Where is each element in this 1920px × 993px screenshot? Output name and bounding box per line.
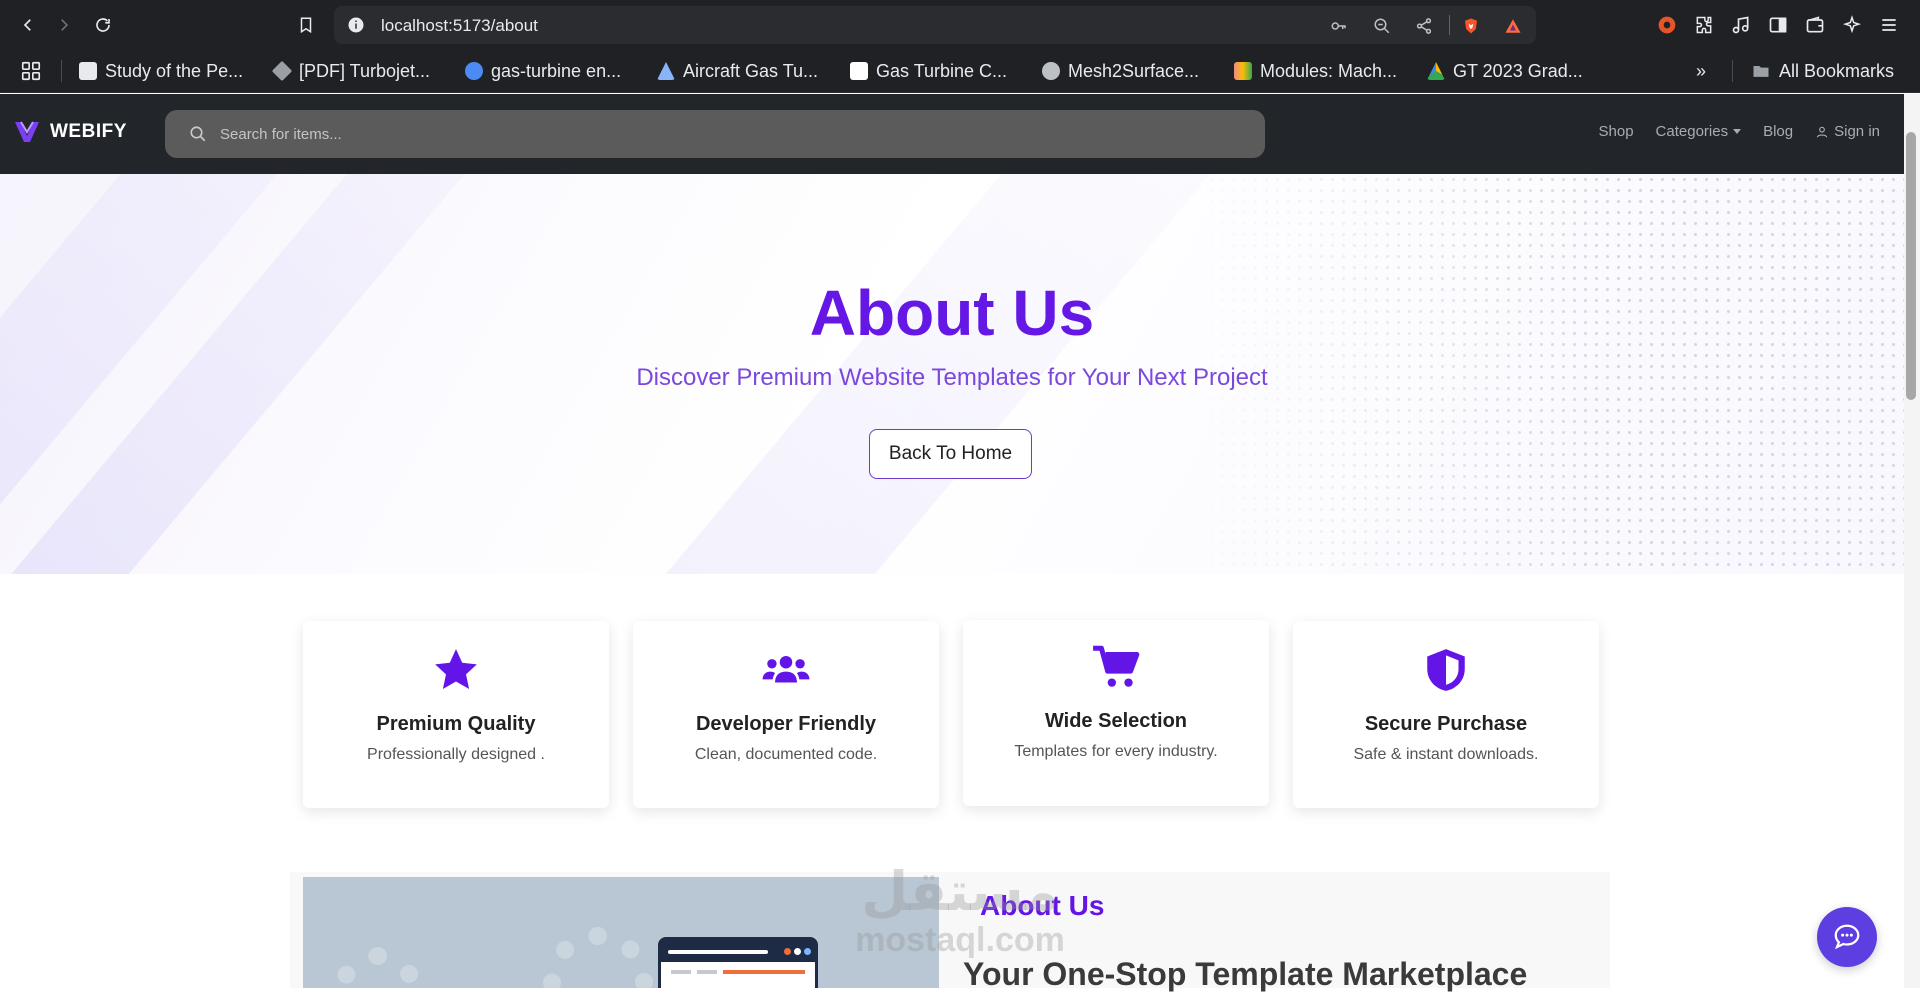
bookmark-favicon [79,62,97,80]
hero-section: About Us Discover Premium Website Templa… [0,174,1904,574]
browser-mockup-illustration [658,937,818,988]
feature-description: Templates for every industry. [1014,743,1218,760]
users-icon [633,645,939,697]
bookmark-item[interactable]: Gas Turbine C... [850,57,1007,85]
page-subtitle: Discover Premium Website Templates for Y… [636,364,1268,391]
media-music-icon[interactable] [1729,13,1753,37]
brand-name: WEBIFY [50,121,127,142]
folder-icon [1753,66,1769,77]
zoom-icon[interactable] [1371,15,1393,37]
shield-icon [1293,645,1599,697]
more-bookmarks-button[interactable]: » [1696,57,1706,85]
url-text[interactable]: localhost:5173/about [381,16,538,36]
feature-description: Safe & instant downloads. [1353,746,1539,763]
nav-link-signin[interactable]: Sign in [1815,123,1880,140]
categories-label: Categories [1655,123,1729,140]
password-key-icon[interactable] [1328,15,1350,37]
bookmark-item[interactable]: GT 2023 Grad... [1427,57,1583,85]
bookmark-item[interactable]: Modules: Mach... [1234,57,1397,85]
menu-icon[interactable] [1877,13,1901,37]
bookmark-item[interactable]: Mesh2Surface... [1042,57,1199,85]
page-title: About Us [809,277,1095,349]
address-bar[interactable]: localhost:5173/about [334,6,1536,44]
browser-toolbar: localhost:5173/about [0,0,1920,50]
bookmark-favicon [657,62,675,80]
feature-title: Secure Purchase [1364,713,1528,735]
search-bar[interactable] [165,110,1265,158]
bookmark-item[interactable]: Study of the Pe... [79,57,243,85]
chat-bubble-icon [1834,924,1860,950]
search-input[interactable] [220,120,1220,148]
nav-link-categories[interactable]: Categories [1656,123,1742,140]
feature-card-developer: Developer Friendly Clean, documented cod… [633,621,939,808]
gear-decor [333,947,423,988]
page-scrollbar-thumb[interactable] [1906,132,1916,400]
url-divider [1449,15,1450,35]
search-icon [190,126,206,142]
wallet-icon[interactable] [1803,13,1827,37]
site-navbar: WEBIFY Shop Categories Blog Sign in [0,94,1904,174]
leo-ai-icon[interactable] [1840,13,1864,37]
feature-description: Clean, documented code. [694,746,878,763]
bookmark-favicon [1427,62,1445,80]
webify-logo-icon [15,121,39,142]
sidebar-toggle-icon[interactable] [1766,13,1790,37]
bookmark-favicon [1042,62,1060,80]
brave-rewards-icon[interactable] [1502,15,1524,37]
extension-orange-icon[interactable] [1655,13,1679,37]
nav-link-blog[interactable]: Blog [1763,123,1793,140]
feature-title: Developer Friendly [695,713,877,735]
forward-button[interactable] [49,10,79,40]
chat-button[interactable] [1817,907,1877,967]
chevron-down-icon [1733,129,1742,134]
nav-links: Shop Categories Blog Sign in [1599,123,1881,140]
brave-shield-icon[interactable] [1460,15,1482,37]
bookmarks-divider [1732,60,1733,82]
signin-label: Sign in [1834,123,1880,140]
feature-title: Wide Selection [1044,710,1188,732]
feature-description: Professionally designed . [367,746,545,763]
watermark-latin: mostaql.com [855,921,1065,959]
cart-icon [963,642,1269,694]
feature-card-premium: Premium Quality Professionally designed … [303,621,609,808]
brand-logo[interactable]: WEBIFY [14,120,127,144]
bookmark-favicon [465,62,483,80]
watermark: مستقل mostaql.com [840,862,1080,972]
bookmarks-divider [61,60,62,82]
back-button[interactable] [13,10,43,40]
extensions-puzzle-icon[interactable] [1692,13,1716,37]
bookmark-page-icon[interactable] [291,10,321,40]
bookmark-favicon [850,62,868,80]
back-to-home-button[interactable]: Back To Home [869,429,1032,479]
feature-title: Premium Quality [376,713,536,735]
gear-decor [543,927,653,988]
bookmark-item[interactable]: [PDF] Turbojet... [271,57,430,85]
bookmark-favicon [1234,62,1252,80]
share-icon[interactable] [1413,15,1435,37]
all-bookmarks-button[interactable]: All Bookmarks [1751,57,1894,85]
user-icon [1816,126,1828,138]
feature-card-secure: Secure Purchase Safe & instant downloads… [1293,621,1599,808]
bookmark-favicon [271,60,293,82]
reload-button[interactable] [88,10,118,40]
bookmark-item[interactable]: Aircraft Gas Tu... [657,57,818,85]
star-icon [303,645,609,697]
apps-grid-icon[interactable] [20,57,42,85]
watermark-arabic: مستقل [861,860,1059,923]
feature-card-selection: Wide Selection Templates for every indus… [963,620,1269,806]
bookmark-item[interactable]: gas-turbine en... [465,57,621,85]
nav-link-shop[interactable]: Shop [1599,123,1634,140]
site-info-icon[interactable] [346,15,366,35]
